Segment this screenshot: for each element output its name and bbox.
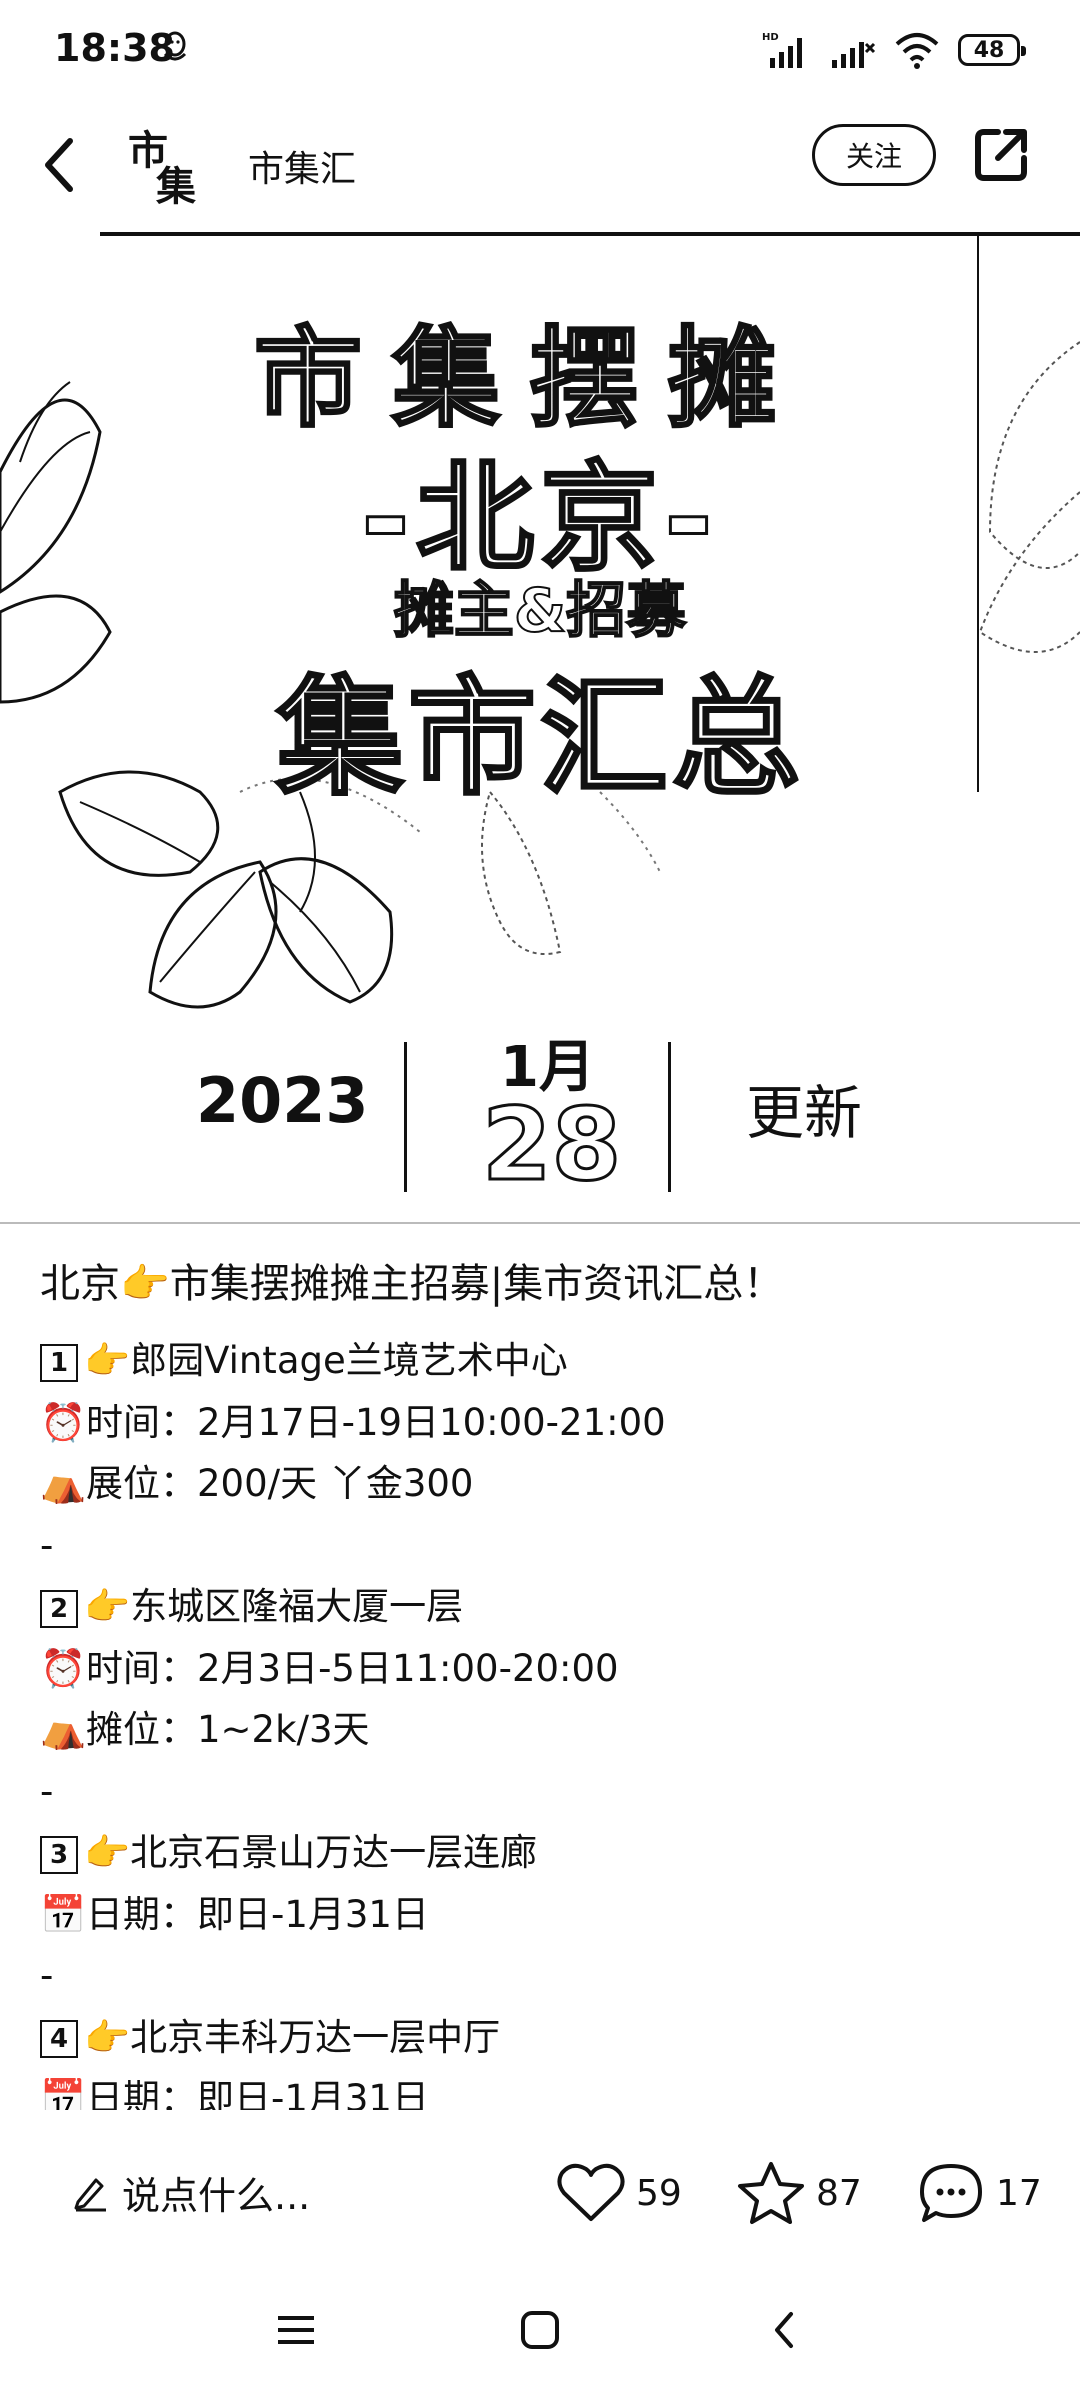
action-bar: 说点什么... 59 87 17 <box>0 2130 1080 2250</box>
signal-icon <box>832 42 876 68</box>
menu-icon <box>278 2316 314 2344</box>
event-item: 4 👉北京丰科万达一层中厅 📅日期：即日-1月31日 <box>40 2007 1050 2110</box>
battery-level: 48 <box>973 37 1005 63</box>
event-label: 日期： <box>86 1892 197 1936</box>
favorite-button[interactable]: 87 <box>736 2160 862 2226</box>
event-price: 1~2k/3天 <box>197 1708 370 1751</box>
qq-notification-icon <box>163 31 187 61</box>
pointing-hand-icon: 👉 <box>84 1831 131 1874</box>
status-time: 18:38 <box>54 26 175 70</box>
calendar-icon: 📅 <box>40 2077 87 2110</box>
home-square-icon <box>521 2311 559 2349</box>
author-name[interactable]: 市集汇 <box>248 140 356 192</box>
comment-input[interactable]: 说点什么... <box>70 2162 310 2222</box>
comment-button[interactable]: 17 <box>916 2160 1042 2226</box>
system-back-button[interactable] <box>754 2300 814 2360</box>
svg-text:HD: HD <box>762 32 779 43</box>
menu-button[interactable] <box>266 2300 326 2360</box>
star-icon <box>738 2162 804 2224</box>
favorite-count: 87 <box>816 2172 862 2214</box>
number-1-icon: 1 <box>40 1343 78 1382</box>
post-title: 北京👉市集摆摊摊主招募|集市资讯汇总！ <box>40 1261 784 1307</box>
event-label: 时间： <box>86 1646 197 1690</box>
separator: - <box>40 1523 54 1567</box>
date-separator <box>404 1042 407 1192</box>
event-time: 2月17日-19日10:00-21:00 <box>197 1400 666 1444</box>
wifi-icon <box>895 33 939 69</box>
status-icons: HD 48 <box>762 28 1026 72</box>
separator: - <box>40 1769 54 1813</box>
cover-image[interactable]: 市集摆摊 -北京- 摊主&招募 集市汇总 2023 1月 28 更新 <box>0 232 1080 1222</box>
number-3-icon: 3 <box>40 1835 78 1874</box>
share-button[interactable] <box>970 124 1032 186</box>
alarm-clock-icon: ⏰ <box>40 1400 87 1444</box>
cover-day: 28 <box>480 1085 622 1205</box>
avatar-logo: 市 集 <box>128 128 196 210</box>
author-avatar[interactable]: 市 集 <box>118 120 210 212</box>
signal-hd-icon: HD <box>762 32 802 68</box>
cover-title-line4: 集市汇总 <box>274 663 804 815</box>
back-chevron-icon <box>775 2312 793 2348</box>
event-item: 1 👉郎园Vintage兰境艺术中心 ⏰时间：2月17日-19日10:00-21:… <box>40 1330 1050 1576</box>
post-content: 北京👉市集摆摊摊主招募|集市资讯汇总！ 1 👉郎园Vintage兰境艺术中心 ⏰时… <box>40 1240 1050 2110</box>
event-label: 日期： <box>86 2077 197 2110</box>
system-nav-bar <box>0 2280 1080 2380</box>
status-bar: 18:38 HD 48 <box>0 0 1080 100</box>
cover-year: 2023 <box>196 1064 369 1137</box>
calendar-icon: 📅 <box>40 1892 87 1936</box>
event-price: 200/天 丫金300 <box>197 1462 474 1505</box>
number-4-icon: 4 <box>40 2020 78 2058</box>
event-place: 郎园Vintage兰境艺术中心 <box>130 1339 568 1382</box>
battery-icon: 48 <box>958 34 1026 66</box>
cover-date-block: 2023 1月 28 更新 <box>0 1022 1080 1205</box>
event-date: 即日-1月31日 <box>197 1892 429 1936</box>
comment-count: 17 <box>996 2172 1042 2214</box>
like-button[interactable]: 59 <box>556 2160 682 2226</box>
event-place: 北京丰科万达一层中厅 <box>130 2015 501 2059</box>
follow-button[interactable]: 关注 <box>812 124 936 186</box>
event-item: 3 👉北京石景山万达一层连廊 📅日期：即日-1月31日 - <box>40 1822 1050 2007</box>
cover-update-label: 更新 <box>746 1079 863 1147</box>
avatar-text-bottom: 集 <box>155 164 196 210</box>
home-button[interactable] <box>510 2300 570 2360</box>
date-separator <box>668 1042 671 1192</box>
pointing-hand-icon: 👉 <box>84 2015 131 2059</box>
pointing-hand-icon: 👉 <box>84 1585 131 1628</box>
separator: - <box>40 1954 54 1997</box>
chat-bubble-icon <box>920 2164 982 2222</box>
event-time: 2月3日-5日11:00-20:00 <box>197 1646 619 1690</box>
event-item: 2 👉东城区隆福大厦一层 ⏰时间：2月3日-5日11:00-20:00 ⛺摊位：1… <box>40 1576 1050 1822</box>
tent-icon: ⛺ <box>40 1462 87 1505</box>
like-count: 59 <box>636 2172 682 2214</box>
event-place: 北京石景山万达一层连廊 <box>130 1831 538 1874</box>
heart-icon <box>557 2163 625 2221</box>
event-date: 即日-1月31日 <box>197 2077 429 2110</box>
top-nav: 市 集 市集汇 关注 <box>0 100 1080 230</box>
tent-icon: ⛺ <box>40 1708 87 1751</box>
back-button[interactable] <box>30 130 90 200</box>
event-label: 展位： <box>86 1462 197 1505</box>
number-2-icon: 2 <box>40 1589 78 1628</box>
comment-placeholder: 说点什么... <box>122 2173 311 2218</box>
event-place: 东城区隆福大厦一层 <box>130 1585 464 1628</box>
event-label: 摊位： <box>86 1708 197 1751</box>
divider <box>0 1222 1080 1224</box>
pencil-icon <box>74 2178 106 2212</box>
alarm-clock-icon: ⏰ <box>40 1646 87 1690</box>
pointing-hand-icon: 👉 <box>84 1339 131 1382</box>
event-label: 时间： <box>86 1400 197 1444</box>
back-arrow-icon <box>45 138 73 192</box>
share-icon <box>975 129 1027 181</box>
